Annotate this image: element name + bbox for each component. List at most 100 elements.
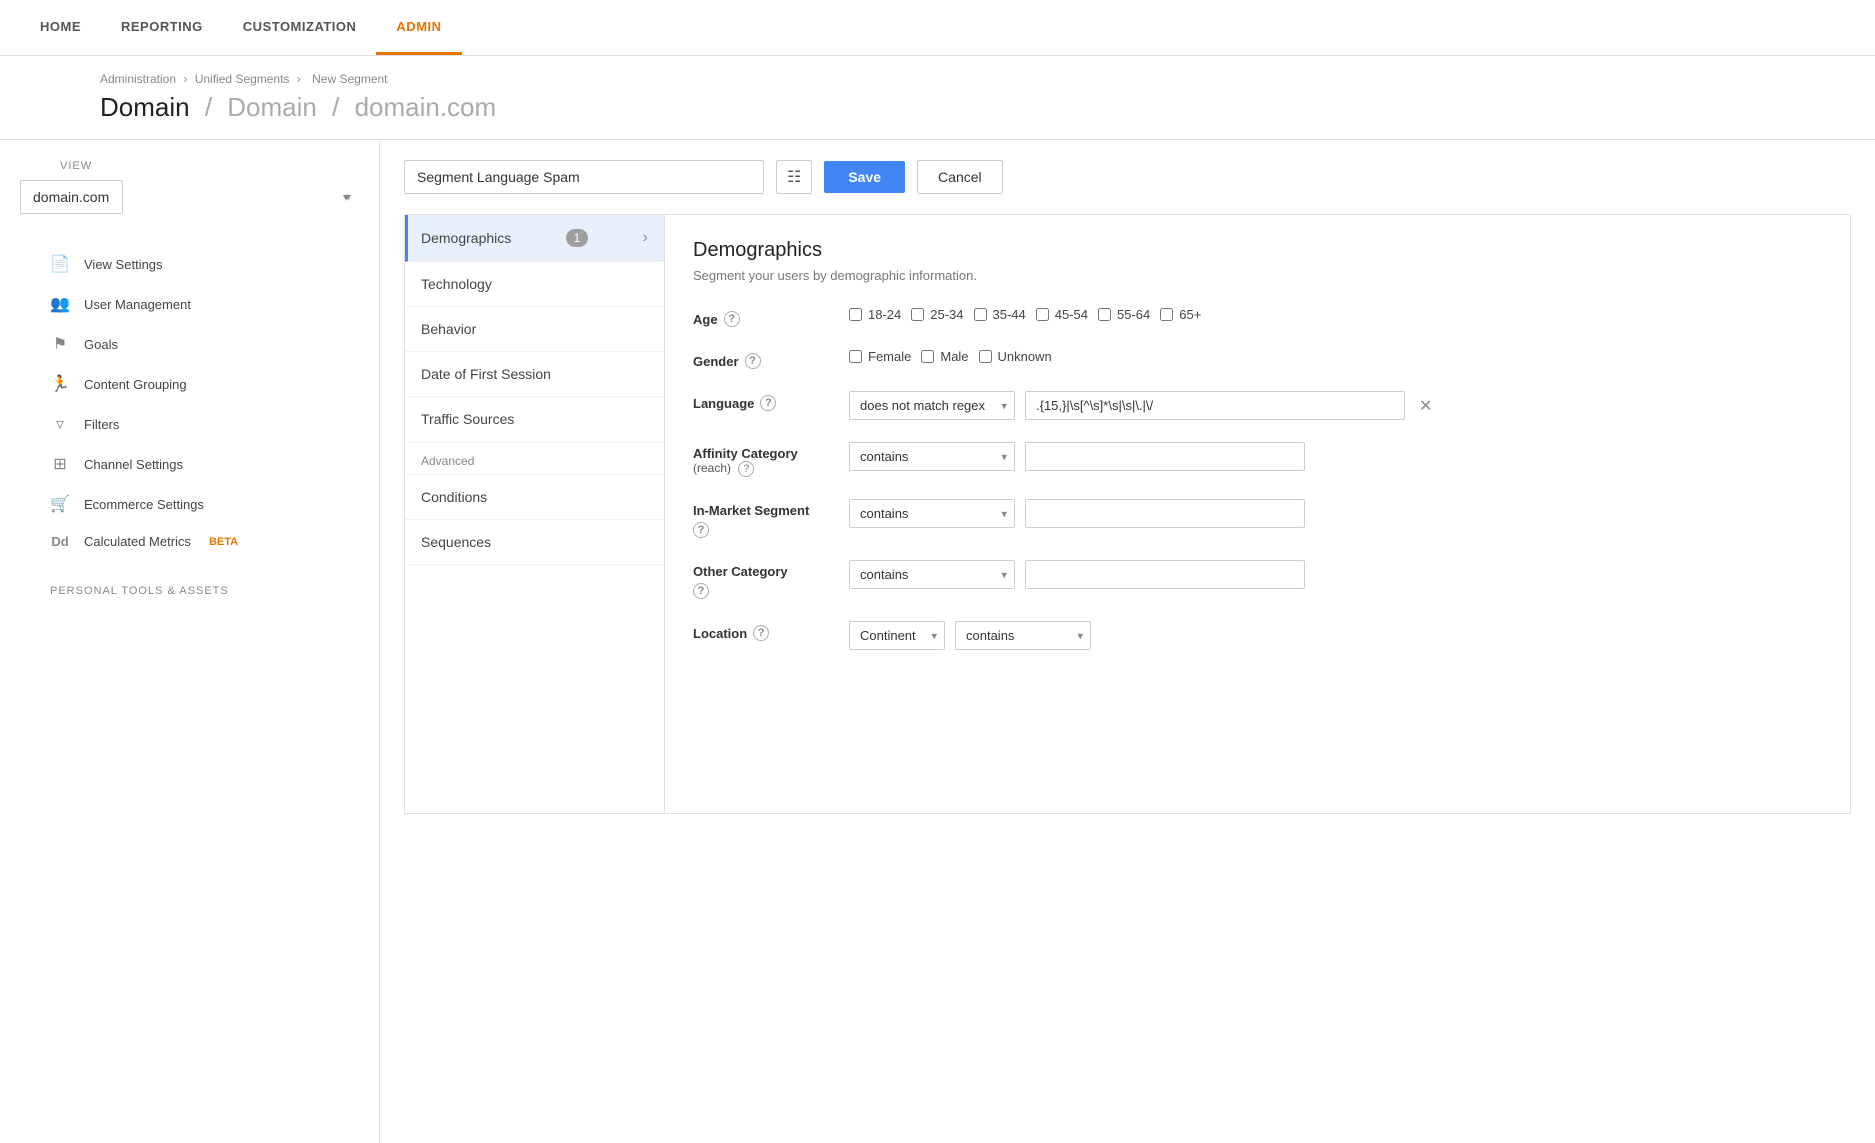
category-behavior[interactable]: Behavior bbox=[405, 307, 664, 352]
breadcrumb-sep1: › bbox=[183, 72, 190, 86]
other-category-controls: contains does not contain matches regex … bbox=[849, 560, 1305, 589]
filter-icon: ▿ bbox=[50, 414, 70, 434]
other-category-row: Other Category ? contains does not conta… bbox=[693, 560, 1822, 599]
nav-admin[interactable]: ADMIN bbox=[376, 1, 461, 55]
sidebar-item-user-management[interactable]: 👥 User Management bbox=[0, 284, 379, 324]
inmarket-value-input[interactable] bbox=[1025, 499, 1305, 528]
gender-unknown-checkbox[interactable] bbox=[979, 350, 992, 363]
affinity-operator-select[interactable]: contains does not contain matches regex … bbox=[849, 442, 1015, 471]
other-category-operator-wrapper: contains does not contain matches regex … bbox=[849, 560, 1015, 589]
inmarket-operator-wrapper: contains does not contain matches regex … bbox=[849, 499, 1015, 528]
details-panel: Demographics Segment your users by demog… bbox=[665, 215, 1850, 813]
gender-label: Gender ? bbox=[693, 349, 833, 369]
sidebar-item-label: Goals bbox=[84, 337, 118, 352]
personal-tools-label: PERSONAL TOOLS & ASSETS bbox=[0, 569, 379, 605]
advanced-label: Advanced bbox=[405, 442, 664, 475]
age-35-44-checkbox-group[interactable]: 35-44 bbox=[974, 307, 1026, 322]
category-label: Sequences bbox=[421, 534, 491, 550]
category-label: Date of First Session bbox=[421, 366, 551, 382]
sidebar-nav: 📄 View Settings 👥 User Management ⚑ Goal… bbox=[0, 234, 379, 569]
age-45-54-checkbox[interactable] bbox=[1036, 308, 1049, 321]
language-clear-button[interactable]: ✕ bbox=[1415, 396, 1436, 416]
view-selector[interactable]: domain.com bbox=[20, 180, 123, 214]
category-label: Demographics bbox=[421, 230, 511, 246]
affinity-value-input[interactable] bbox=[1025, 442, 1305, 471]
inmarket-label: In-Market Segment ? bbox=[693, 499, 833, 538]
age-18-24-checkbox-group[interactable]: 18-24 bbox=[849, 307, 901, 322]
page-title-domain: Domain bbox=[100, 92, 190, 122]
breadcrumb-unified-segments[interactable]: Unified Segments bbox=[195, 72, 290, 86]
cancel-button[interactable]: Cancel bbox=[917, 160, 1003, 194]
inmarket-controls: contains does not contain matches regex … bbox=[849, 499, 1305, 528]
affinity-help-icon[interactable]: ? bbox=[738, 461, 754, 477]
age-18-24-checkbox[interactable] bbox=[849, 308, 862, 321]
gender-female-checkbox-group[interactable]: Female bbox=[849, 349, 911, 364]
sidebar-item-ecommerce-settings[interactable]: 🛒 Ecommerce Settings bbox=[0, 484, 379, 524]
age-55-64-checkbox[interactable] bbox=[1098, 308, 1111, 321]
language-operator-select[interactable]: contains does not contain matches regex … bbox=[849, 391, 1015, 420]
gender-male-checkbox-group[interactable]: Male bbox=[921, 349, 968, 364]
gender-female-checkbox[interactable] bbox=[849, 350, 862, 363]
category-conditions[interactable]: Conditions bbox=[405, 475, 664, 520]
age-45-54-checkbox-group[interactable]: 45-54 bbox=[1036, 307, 1088, 322]
inmarket-help-icon[interactable]: ? bbox=[693, 522, 709, 538]
age-55-64-checkbox-group[interactable]: 55-64 bbox=[1098, 307, 1150, 322]
segment-icon-button[interactable]: ☷ bbox=[776, 160, 812, 194]
age-controls: 18-24 25-34 35-44 45-54 bbox=[849, 307, 1201, 322]
gender-controls: Female Male Unknown bbox=[849, 349, 1052, 364]
sidebar-item-content-grouping[interactable]: 🏃 Content Grouping bbox=[0, 364, 379, 404]
location-label: Location ? bbox=[693, 621, 833, 641]
sidebar-item-label: View Settings bbox=[84, 257, 163, 272]
location-operator-select[interactable]: contains does not contain bbox=[955, 621, 1091, 650]
category-technology[interactable]: Technology bbox=[405, 262, 664, 307]
category-demographics[interactable]: Demographics 1 › bbox=[405, 215, 664, 262]
language-help-icon[interactable]: ? bbox=[760, 395, 776, 411]
page-title: Domain / Domain / domain.com bbox=[100, 92, 1851, 139]
age-65plus-checkbox[interactable] bbox=[1160, 308, 1173, 321]
other-category-operator-select[interactable]: contains does not contain matches regex … bbox=[849, 560, 1015, 589]
gender-male-checkbox[interactable] bbox=[921, 350, 934, 363]
language-controls: contains does not contain matches regex … bbox=[849, 391, 1436, 420]
page-title-tld: domain.com bbox=[355, 92, 497, 122]
inmarket-row: In-Market Segment ? contains does not co… bbox=[693, 499, 1822, 538]
breadcrumb-new-segment: New Segment bbox=[312, 72, 387, 86]
location-geo-type-select[interactable]: Continent Country Region City bbox=[849, 621, 945, 650]
breadcrumb-sep2: › bbox=[297, 72, 304, 86]
language-value-input[interactable] bbox=[1025, 391, 1405, 420]
segment-name-input[interactable] bbox=[404, 160, 764, 194]
sidebar-item-calculated-metrics[interactable]: Dd Calculated Metrics BETA bbox=[0, 524, 379, 559]
age-35-44-checkbox[interactable] bbox=[974, 308, 987, 321]
users-icon: 👥 bbox=[50, 294, 70, 314]
category-traffic-sources[interactable]: Traffic Sources bbox=[405, 397, 664, 442]
gender-help-icon[interactable]: ? bbox=[745, 353, 761, 369]
age-65plus-checkbox-group[interactable]: 65+ bbox=[1160, 307, 1201, 322]
nav-customization[interactable]: CUSTOMIZATION bbox=[223, 1, 377, 55]
sidebar-item-goals[interactable]: ⚑ Goals bbox=[0, 324, 379, 364]
page-title-sep2: / bbox=[332, 92, 346, 122]
sidebar-item-label: Calculated Metrics bbox=[84, 534, 191, 549]
sidebar-item-view-settings[interactable]: 📄 View Settings bbox=[0, 244, 379, 284]
other-category-help-icon[interactable]: ? bbox=[693, 583, 709, 599]
location-help-icon[interactable]: ? bbox=[753, 625, 769, 641]
breadcrumb-admin[interactable]: Administration bbox=[100, 72, 176, 86]
age-25-34-checkbox-group[interactable]: 25-34 bbox=[911, 307, 963, 322]
view-label: VIEW bbox=[0, 160, 379, 180]
segment-toolbar: ☷ Save Cancel bbox=[404, 160, 1851, 194]
category-sequences[interactable]: Sequences bbox=[405, 520, 664, 565]
view-select-chevron-icon: ▾ bbox=[343, 190, 349, 204]
inmarket-operator-select[interactable]: contains does not contain matches regex … bbox=[849, 499, 1015, 528]
age-help-icon[interactable]: ? bbox=[724, 311, 740, 327]
main-layout: VIEW ← domain.com ▾ 📄 View Settings 👥 Us… bbox=[0, 139, 1875, 1143]
sidebar-item-filters[interactable]: ▿ Filters bbox=[0, 404, 379, 444]
category-date-of-first-session[interactable]: Date of First Session bbox=[405, 352, 664, 397]
category-label: Traffic Sources bbox=[421, 411, 514, 427]
nav-reporting[interactable]: REPORTING bbox=[101, 1, 223, 55]
gender-unknown-checkbox-group[interactable]: Unknown bbox=[979, 349, 1052, 364]
sidebar-item-channel-settings[interactable]: ⊞ Channel Settings bbox=[0, 444, 379, 484]
sidebar-item-label: User Management bbox=[84, 297, 191, 312]
save-button[interactable]: Save bbox=[824, 161, 905, 193]
category-badge: 1 bbox=[566, 229, 589, 247]
age-25-34-checkbox[interactable] bbox=[911, 308, 924, 321]
other-category-value-input[interactable] bbox=[1025, 560, 1305, 589]
nav-home[interactable]: HOME bbox=[20, 1, 101, 55]
